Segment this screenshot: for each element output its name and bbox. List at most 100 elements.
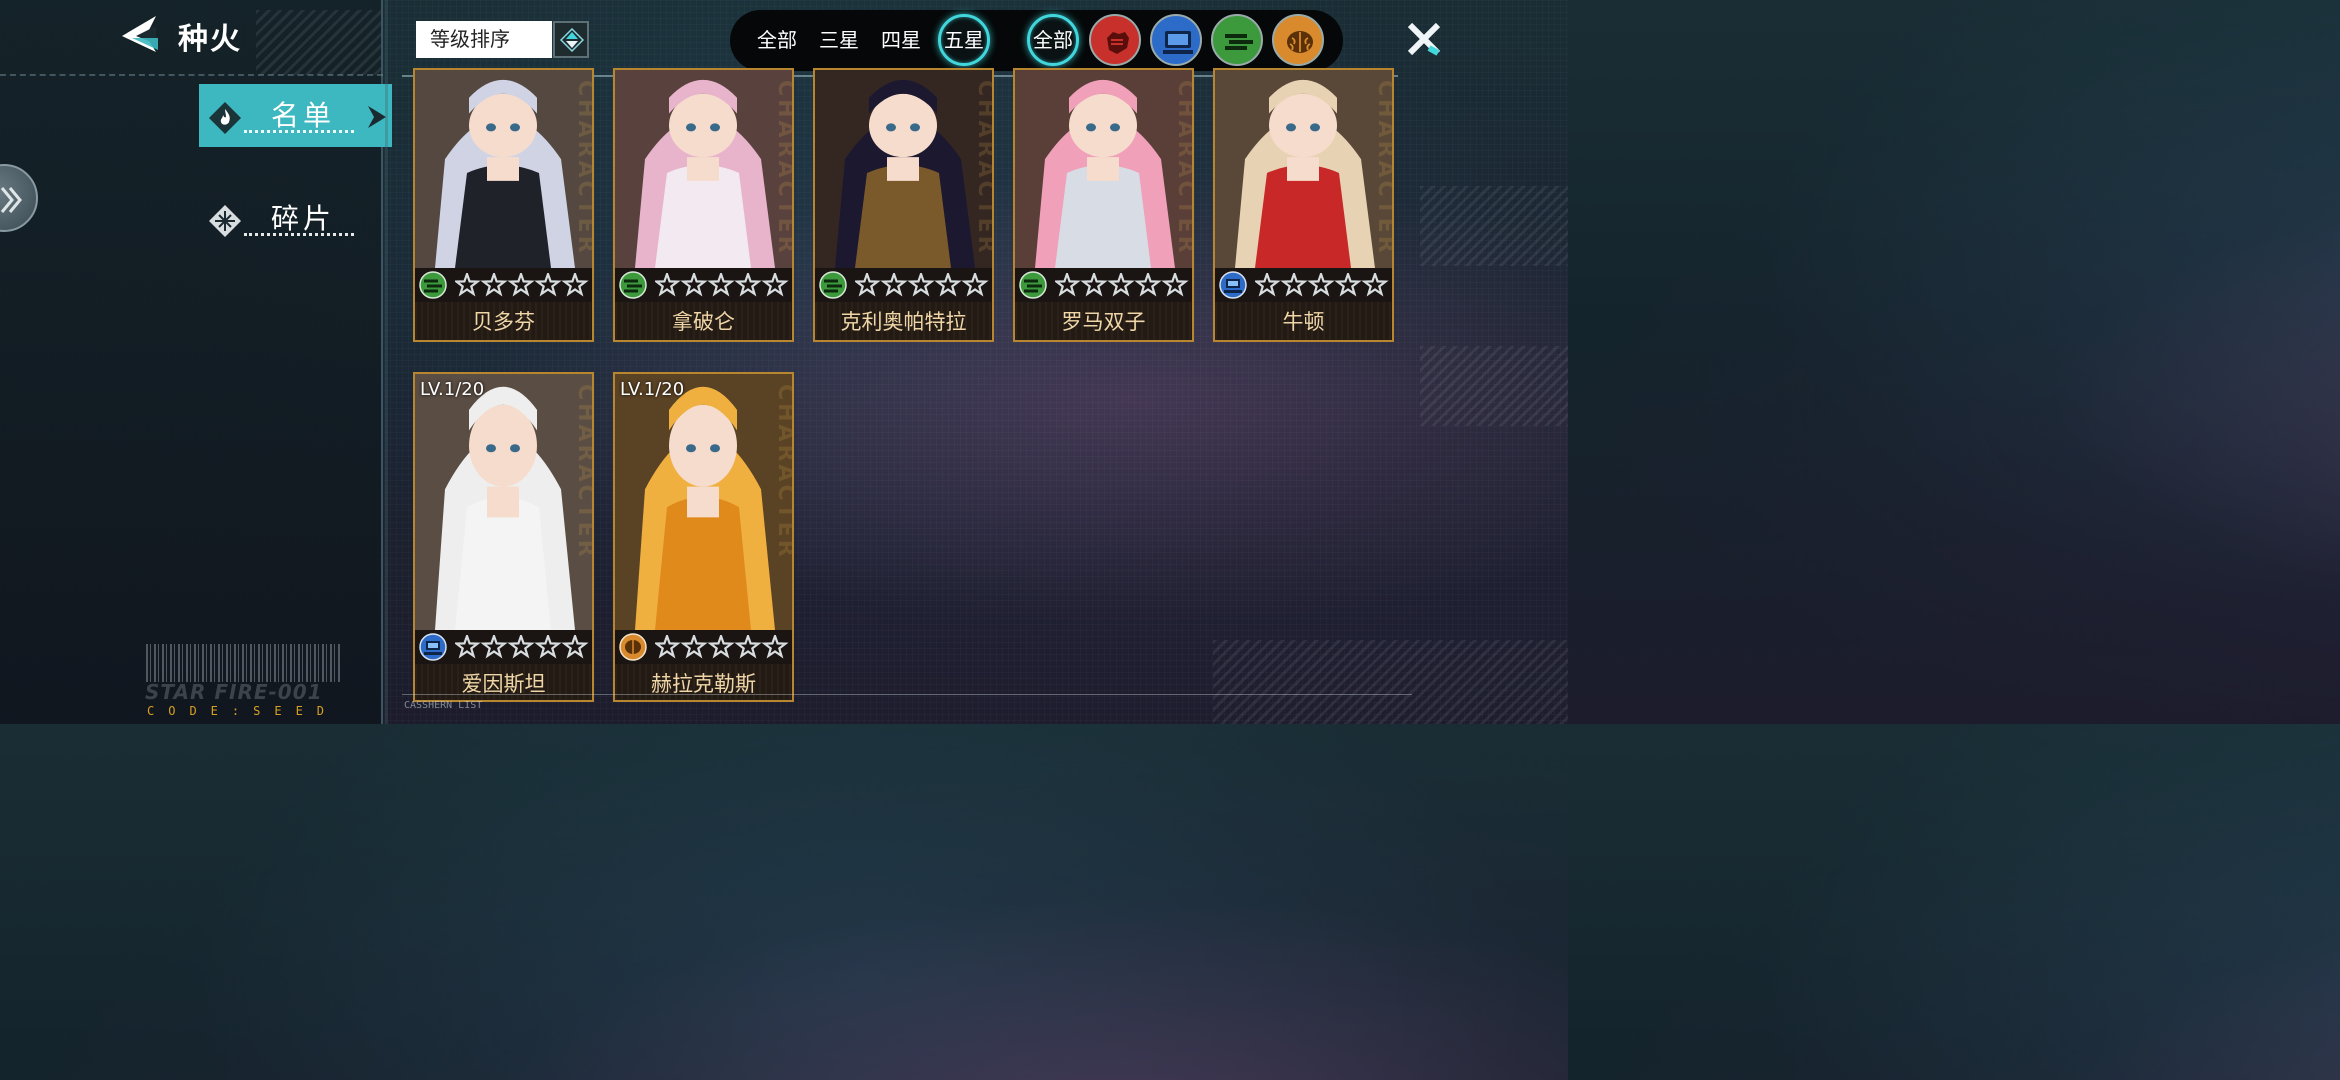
card-stars-row <box>1215 268 1392 302</box>
sort-dropdown[interactable]: 等级排序 <box>416 21 552 58</box>
card-stars-row <box>815 268 992 302</box>
card-stars-row <box>615 268 792 302</box>
character-card[interactable]: CHARACTER 克利奥帕特拉 <box>813 68 994 342</box>
back-arrow-icon <box>122 16 158 52</box>
filter-class-tech[interactable] <box>1150 14 1202 66</box>
class-badge <box>418 633 448 665</box>
level-label: LV.1/20 <box>620 379 685 400</box>
character-name: 贝多芬 <box>415 302 592 340</box>
class-badge <box>1218 271 1248 303</box>
page-title: 种火 <box>178 22 242 57</box>
left-panel: 种火 名单 碎片 STAR FIRE-001 CODE:SEED <box>0 0 392 724</box>
character-portrait <box>415 70 592 268</box>
star-rating <box>653 270 789 297</box>
filter-all-stars[interactable]: 全部 <box>757 22 797 58</box>
stars-container <box>853 270 991 301</box>
speed-icon <box>1225 34 1253 50</box>
character-name: 克利奥帕特拉 <box>815 302 992 340</box>
portrait-frame <box>615 70 792 268</box>
filter-class-attack[interactable] <box>1089 14 1141 66</box>
speed-icon <box>819 271 847 299</box>
stars-container <box>453 270 591 301</box>
side-expand-handle[interactable] <box>0 164 38 232</box>
portrait-frame <box>815 70 992 268</box>
card-stars-row <box>1015 268 1192 302</box>
computer-icon <box>1163 31 1193 54</box>
class-badge <box>418 271 448 303</box>
class-badge <box>618 271 648 303</box>
code-label: CODE:SEED <box>147 704 339 718</box>
card-stars-row <box>415 630 592 664</box>
star-rating <box>1253 270 1389 297</box>
filter-class-speed[interactable] <box>1211 14 1263 66</box>
filter-five-star[interactable]: 五星 <box>938 14 990 66</box>
class-badge <box>1018 271 1048 303</box>
star-rating <box>453 270 589 297</box>
filter-four-star[interactable]: 四星 <box>881 22 921 58</box>
header-divider <box>0 74 383 76</box>
card-watermark: CHARACTER <box>773 80 794 256</box>
stars-container <box>653 632 791 663</box>
close-button[interactable] <box>1405 20 1443 58</box>
character-portrait <box>815 70 992 268</box>
computer-icon <box>419 633 447 661</box>
double-chevron-right-icon <box>0 187 22 213</box>
stars-container <box>453 632 591 663</box>
star-rating <box>1053 270 1189 297</box>
character-card[interactable]: CHARACTER 罗马双子 <box>1013 68 1194 342</box>
card-watermark: CHARACTER <box>573 80 594 256</box>
footer-caption: CASSHERN LIST <box>404 700 483 711</box>
character-portrait <box>1215 70 1392 268</box>
close-icon <box>1407 22 1441 56</box>
sidebar-item-fragments[interactable]: 碎片 <box>199 187 392 250</box>
character-name: 赫拉克勒斯 <box>615 664 792 700</box>
card-watermark: CHARACTER <box>973 80 994 256</box>
portrait-frame <box>415 374 592 630</box>
card-stars-row <box>415 268 592 302</box>
sort-order-button[interactable] <box>553 21 589 58</box>
filter-all-classes[interactable]: 全部 <box>1027 14 1079 66</box>
decor-hatch <box>1420 346 1568 426</box>
character-portrait <box>615 374 792 630</box>
decor-hatch <box>1213 640 1568 724</box>
character-card[interactable]: CHARACTER LV.1/20 爱因斯坦 <box>413 372 594 702</box>
stars-container <box>653 270 791 301</box>
card-watermark: CHARACTER <box>1173 80 1194 256</box>
starfire-label: STAR FIRE-001 <box>145 680 323 704</box>
character-name: 牛顿 <box>1215 302 1392 340</box>
stars-container <box>1253 270 1391 301</box>
decor-hatch <box>1420 186 1568 266</box>
card-watermark: CHARACTER <box>773 384 794 560</box>
sidebar-item-roster[interactable]: 名单 <box>199 84 392 147</box>
brain-icon <box>1287 31 1313 53</box>
arrow-right-icon <box>368 106 386 128</box>
character-portrait <box>615 70 792 268</box>
fire-icon <box>209 102 241 134</box>
filter-class-intellect[interactable] <box>1272 14 1324 66</box>
star-rating <box>453 632 589 659</box>
barcode-graphic <box>146 644 340 682</box>
fist-icon <box>1107 32 1129 54</box>
sidebar-item-label: 碎片 <box>271 202 336 235</box>
filter-three-star[interactable]: 三星 <box>819 22 859 58</box>
filter-five-star-label: 五星 <box>944 28 984 52</box>
footer-divider <box>402 694 1412 695</box>
portrait-frame <box>615 374 792 630</box>
character-card[interactable]: CHARACTER LV.1/20 赫拉克勒斯 <box>613 372 794 702</box>
computer-icon <box>1219 271 1247 299</box>
stars-container <box>1053 270 1191 301</box>
character-card[interactable]: CHARACTER 拿破仑 <box>613 68 794 342</box>
decor-hatch <box>256 10 381 75</box>
back-button[interactable] <box>118 14 160 54</box>
nav-underline <box>244 233 354 236</box>
level-label: LV.1/20 <box>420 379 485 400</box>
speed-icon <box>1019 271 1047 299</box>
card-watermark: CHARACTER <box>573 384 594 560</box>
portrait-frame <box>415 70 592 268</box>
star-rating <box>653 632 789 659</box>
character-portrait <box>415 374 592 630</box>
shards-icon <box>209 205 241 237</box>
portrait-frame <box>1215 70 1392 268</box>
character-card[interactable]: CHARACTER 贝多芬 <box>413 68 594 342</box>
character-card[interactable]: CHARACTER 牛顿 <box>1213 68 1394 342</box>
